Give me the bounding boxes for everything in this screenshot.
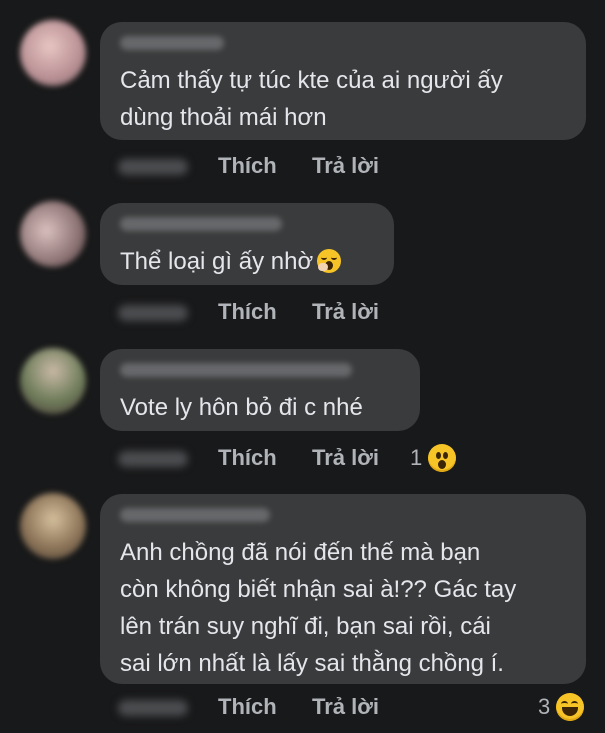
- avatar[interactable]: [20, 201, 86, 267]
- comment-text-wrapper: Thể loại gì ấy nhờ: [120, 243, 376, 280]
- comment-actions: Thích Trả lời 3: [118, 692, 598, 722]
- timestamp-blurred[interactable]: [118, 305, 188, 321]
- comment-text: Vote ly hôn bỏ đi c nhé: [120, 394, 363, 421]
- avatar[interactable]: [20, 493, 86, 559]
- comment-text: Cảm thấy tự túc kte của ai người ấy dùng…: [120, 67, 503, 131]
- reaction-summary[interactable]: 3: [538, 692, 585, 722]
- comment-actions: Thích Trả lời 1: [118, 443, 598, 473]
- yawn-emoji-icon: [317, 249, 342, 273]
- comment-actions: Thích Trả lời: [118, 151, 598, 181]
- timestamp-blurred[interactable]: [118, 700, 188, 716]
- reaction-count: 3: [538, 694, 551, 719]
- avatar[interactable]: [20, 20, 86, 86]
- haha-emoji-icon: [556, 693, 585, 721]
- author-name-blurred[interactable]: [120, 217, 282, 231]
- comment-bubble: Anh chồng đã nói đến thế mà bạn còn khôn…: [100, 494, 586, 684]
- comment-text: Anh chồng đã nói đến thế mà bạn còn khôn…: [120, 539, 517, 677]
- reply-button[interactable]: Trả lời: [312, 692, 379, 722]
- timestamp-blurred[interactable]: [118, 159, 188, 175]
- like-button[interactable]: Thích: [218, 297, 277, 327]
- author-name-blurred[interactable]: [120, 508, 270, 522]
- reply-button[interactable]: Trả lời: [312, 151, 379, 181]
- comment-bubble: Thể loại gì ấy nhờ: [100, 203, 394, 285]
- comment-bubble: Vote ly hôn bỏ đi c nhé: [100, 349, 420, 431]
- reply-button[interactable]: Trả lời: [312, 297, 379, 327]
- reaction-count: 1: [410, 445, 423, 470]
- comment-text: Thể loại gì ấy nhờ: [120, 248, 314, 275]
- author-name-blurred[interactable]: [120, 363, 352, 377]
- like-button[interactable]: Thích: [218, 692, 277, 722]
- avatar[interactable]: [20, 348, 86, 414]
- reply-button[interactable]: Trả lời: [312, 443, 379, 473]
- like-button[interactable]: Thích: [218, 443, 277, 473]
- reaction-summary[interactable]: 1: [410, 443, 457, 473]
- wow-emoji-icon: [428, 444, 457, 472]
- comment-bubble: Cảm thấy tự túc kte của ai người ấy dùng…: [100, 22, 586, 140]
- author-name-blurred[interactable]: [120, 36, 224, 50]
- timestamp-blurred[interactable]: [118, 451, 188, 467]
- like-button[interactable]: Thích: [218, 151, 277, 181]
- comment-actions: Thích Trả lời: [118, 297, 598, 327]
